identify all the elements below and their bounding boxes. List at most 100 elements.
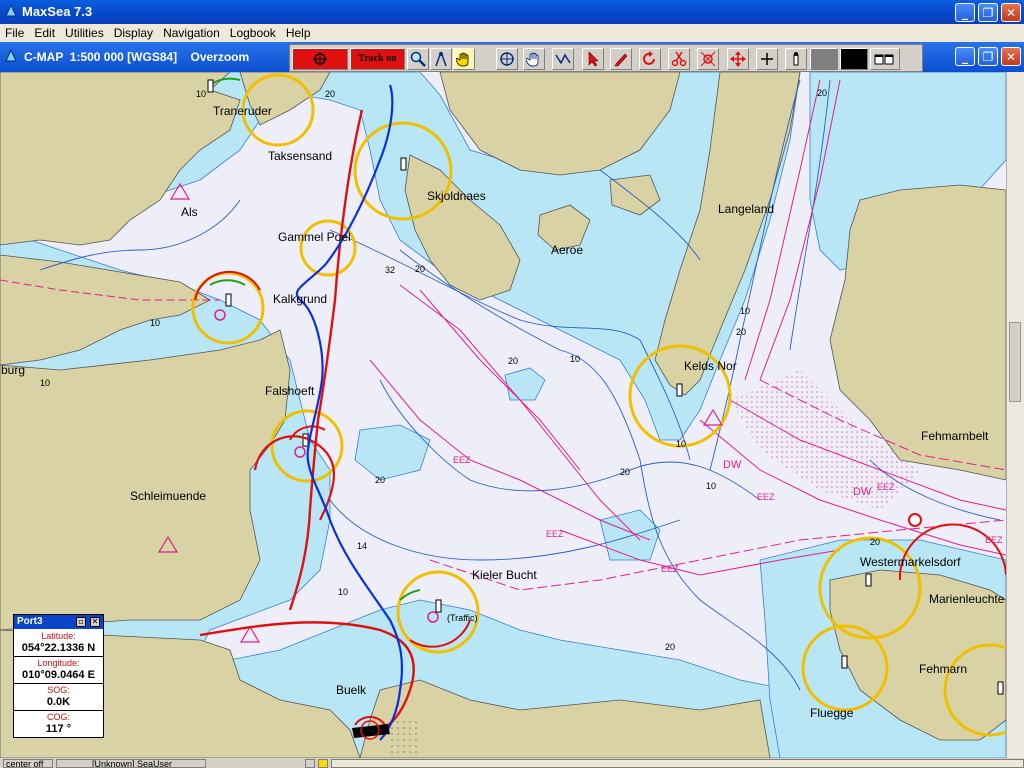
eez-label: EEZ — [661, 564, 679, 574]
label-taksensand: Taksensand — [268, 149, 332, 163]
center-mode-status[interactable]: center off — [3, 759, 53, 768]
menu-help[interactable]: Help — [281, 24, 316, 40]
chart-close-button[interactable]: ✕ — [1001, 47, 1021, 66]
hand-icon — [456, 52, 469, 67]
label-kalkgrund: Kalkgrund — [273, 292, 327, 306]
port-panel-restore-button[interactable]: ▫ — [76, 617, 86, 627]
target-icon — [313, 52, 327, 66]
pencil-button[interactable] — [610, 48, 632, 70]
eez-label: EEZ — [757, 492, 775, 502]
depth-label: 20 — [736, 327, 746, 337]
pan-hand-button[interactable] — [453, 48, 475, 70]
depth-label: 10 — [676, 439, 686, 449]
latitude-value: 054°22.1336 N — [21, 642, 96, 654]
route-tool-button[interactable] — [552, 48, 574, 70]
label-traffic: (Traffic) — [447, 613, 478, 623]
dw-label: DW — [853, 486, 872, 498]
label-westermarkelsdorf: Westermarkelsdorf — [860, 555, 961, 569]
buoy-marker[interactable] — [908, 513, 922, 527]
depth-label: 20 — [665, 642, 675, 652]
menu-utilities[interactable]: Utilities — [60, 24, 109, 40]
label-aeroe: Aeroe — [551, 243, 583, 257]
compass-tool-button[interactable] — [430, 48, 452, 70]
empty-tool-2[interactable] — [840, 48, 868, 70]
chart-restore-button[interactable]: ❐ — [978, 47, 998, 66]
cross-button[interactable] — [756, 48, 778, 70]
depth-label: 10 — [338, 587, 348, 597]
sog-value: 0.0K — [46, 696, 71, 708]
chart-toolbar: Track on — [289, 44, 923, 72]
layers-button[interactable] — [870, 48, 900, 70]
horizontal-scrollbar[interactable] — [331, 759, 1024, 768]
chart-window-icon — [5, 49, 17, 62]
lighthouse-icon — [793, 52, 799, 66]
chart-minimize-button[interactable]: _ — [955, 47, 975, 66]
restore-button[interactable]: ❐ — [978, 3, 998, 22]
scrollbar-thumb[interactable] — [1009, 322, 1021, 402]
grab-button[interactable] — [523, 48, 545, 70]
vertical-scrollbar[interactable] — [1006, 72, 1024, 758]
label-fehmarn: Fehmarn — [919, 662, 967, 676]
label-marienleuchte: Marienleuchte — [929, 592, 1005, 606]
maxsea-app-icon — [5, 4, 17, 17]
menu-file[interactable]: File — [0, 24, 29, 40]
label-falshoeft: Falshoeft — [265, 384, 315, 398]
move-button[interactable] — [727, 48, 749, 70]
depth-label: 20 — [620, 467, 630, 477]
label-als: Als — [181, 205, 198, 219]
menu-edit[interactable]: Edit — [29, 24, 60, 40]
menu-logbook[interactable]: Logbook — [225, 24, 281, 40]
route-icon — [555, 53, 571, 65]
eez-label: EEZ — [985, 535, 1003, 545]
divider — [14, 683, 103, 684]
pencil-icon — [614, 53, 628, 67]
minimize-button[interactable]: _ — [955, 3, 975, 22]
menu-navigation[interactable]: Navigation — [158, 24, 225, 40]
mark-button[interactable] — [697, 48, 719, 70]
label-traneruder: Traneruder — [213, 104, 272, 118]
sog-label: SOG: — [47, 685, 70, 695]
cut-button[interactable] — [668, 48, 690, 70]
lighthouse-button[interactable] — [785, 48, 807, 70]
dw-label: DW — [723, 459, 742, 471]
eez-label: EEZ — [546, 529, 564, 539]
pointer-button[interactable] — [582, 48, 604, 70]
crosshair-circle-icon — [500, 52, 514, 66]
empty-tool-1[interactable] — [810, 48, 838, 70]
arrow-cursor-icon — [588, 51, 599, 67]
zoom-button[interactable] — [407, 48, 429, 70]
sandbank — [390, 720, 420, 758]
latitude-label: Latitude: — [41, 631, 76, 641]
divider — [14, 710, 103, 711]
chart-canvas[interactable]: Traneruder Taksensand Als Skjoldnaes Gam… — [0, 72, 1006, 758]
eez-label: EEZ — [877, 482, 895, 492]
cog-value: 117 ° — [45, 723, 72, 735]
rotate-icon — [643, 51, 655, 65]
nautical-chart[interactable]: Traneruder Taksensand Als Skjoldnaes Gam… — [0, 72, 1006, 758]
label-langeland: Langeland — [718, 202, 774, 216]
depth-label: 20 — [375, 475, 385, 485]
port-info-panel: Port3 ▫ ✕ Latitude: 054°22.1336 N Longit… — [13, 614, 104, 738]
longitude-label: Longitude: — [37, 658, 80, 668]
close-button[interactable]: ✕ — [1001, 3, 1021, 22]
menu-display[interactable]: Display — [109, 24, 158, 40]
record-button[interactable] — [292, 48, 348, 70]
depth-label: 20 — [508, 356, 518, 366]
track-on-button[interactable]: Track on — [350, 48, 405, 70]
status-toggle-1[interactable] — [305, 759, 315, 768]
depth-label: 32 — [385, 265, 395, 275]
undo-button[interactable] — [639, 48, 661, 70]
center-button[interactable] — [496, 48, 518, 70]
port-panel-title: Port3 — [17, 616, 43, 627]
depth-label: 10 — [570, 354, 580, 364]
label-fehmarnbelt: Fehmarnbelt — [921, 429, 989, 443]
event-mark-icon — [700, 51, 716, 67]
label-skjoldnaes: Skjoldnaes — [427, 189, 486, 203]
depth-label: 20 — [415, 264, 425, 274]
label-fluegge: Fluegge — [810, 706, 854, 720]
depth-label: 20 — [870, 537, 880, 547]
depth-label: 10 — [706, 481, 716, 491]
port-panel-close-button[interactable]: ✕ — [90, 617, 100, 627]
status-toggle-2[interactable] — [318, 759, 328, 768]
scissors-icon — [671, 51, 687, 67]
